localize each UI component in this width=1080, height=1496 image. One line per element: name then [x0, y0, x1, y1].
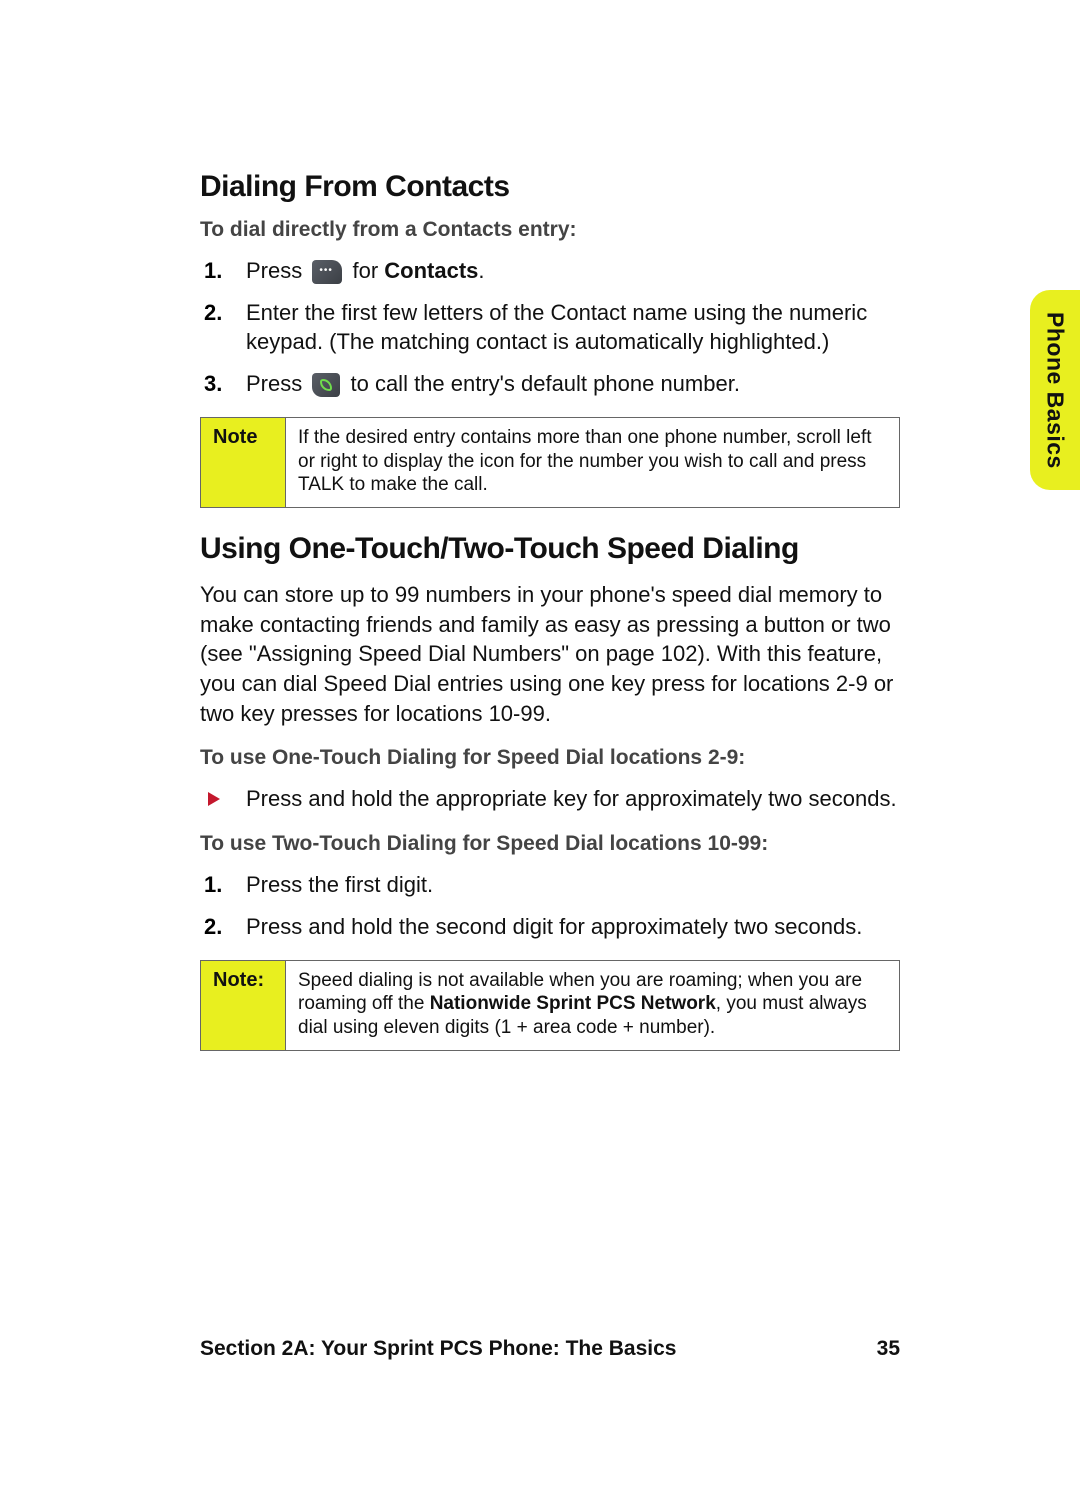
bullet-text: Press and hold the appropriate key for a… [246, 786, 897, 811]
note-box-speed-dial: Note: Speed dialing is not available whe… [200, 960, 900, 1051]
bullet-item: Press and hold the appropriate key for a… [236, 784, 900, 814]
side-tab-label: Phone Basics [1042, 312, 1069, 469]
step-number: 2. [204, 298, 222, 328]
footer-page-number: 35 [877, 1337, 900, 1361]
note-body: Speed dialing is not available when you … [286, 961, 899, 1050]
note-text-bold: Nationwide Sprint PCS Network [430, 993, 716, 1014]
step-text: to call the entry's default phone number… [350, 371, 739, 396]
paragraph-speed-dial-intro: You can store up to 99 numbers in your p… [200, 580, 900, 728]
note-body: If the desired entry contains more than … [286, 418, 899, 507]
step-1: 1. Press the first digit. [236, 870, 900, 900]
contacts-key-icon [312, 260, 342, 284]
step-text: for [352, 258, 384, 283]
steps-two-touch: 1. Press the first digit. 2. Press and h… [200, 870, 900, 941]
step-1: 1. Press for Contacts. [236, 256, 900, 286]
step-text: Press and hold the second digit for appr… [246, 914, 862, 939]
step-number: 1. [204, 256, 222, 286]
note-label: Note [201, 418, 286, 507]
step-text: Press the first digit. [246, 872, 433, 897]
step-number: 1. [204, 870, 222, 900]
bullets-one-touch: Press and hold the appropriate key for a… [200, 784, 900, 814]
footer-section-label: Section 2A: Your Sprint PCS Phone: The B… [200, 1337, 676, 1361]
step-text: Enter the first few letters of the Conta… [246, 300, 867, 355]
note-label: Note: [201, 961, 286, 1050]
instruction-one-touch: To use One-Touch Dialing for Speed Dial … [200, 746, 900, 770]
manual-page: Phone Basics Dialing From Contacts To di… [0, 0, 1080, 1496]
step-2: 2. Press and hold the second digit for a… [236, 912, 900, 942]
step-number: 3. [204, 369, 222, 399]
steps-contacts: 1. Press for Contacts. 2. Enter the firs… [200, 256, 900, 399]
step-text: Press [246, 258, 308, 283]
step-text: . [478, 258, 484, 283]
heading-speed-dialing: Using One-Touch/Two-Touch Speed Dialing [200, 532, 900, 566]
instruction-two-touch: To use Two-Touch Dialing for Speed Dial … [200, 832, 900, 856]
note-box-contacts: Note If the desired entry contains more … [200, 417, 900, 508]
heading-dialing-from-contacts: Dialing From Contacts [200, 170, 900, 204]
talk-key-icon [312, 373, 340, 397]
side-tab-phone-basics: Phone Basics [1030, 290, 1080, 490]
step-text: Press [246, 371, 308, 396]
step-number: 2. [204, 912, 222, 942]
instruction-contacts: To dial directly from a Contacts entry: [200, 218, 900, 242]
page-footer: Section 2A: Your Sprint PCS Phone: The B… [200, 1337, 900, 1361]
step-3: 3. Press to call the entry's default pho… [236, 369, 900, 399]
step-text-bold: Contacts [384, 258, 478, 283]
step-2: 2. Enter the first few letters of the Co… [236, 298, 900, 357]
